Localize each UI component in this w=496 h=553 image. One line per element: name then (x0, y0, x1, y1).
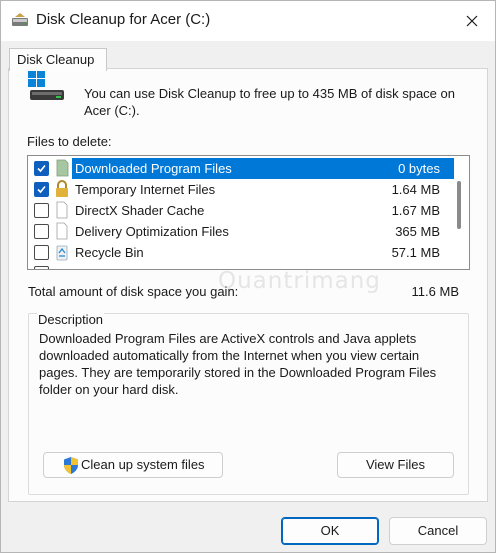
tab-disk-cleanup[interactable]: Disk Cleanup (9, 48, 107, 71)
list-item[interactable]: Temporary Internet Files 1.64 MB (28, 179, 452, 200)
list-item[interactable]: DirectX Shader Cache 1.67 MB (28, 200, 452, 221)
list-item-name: Recycle Bin (75, 245, 144, 260)
cancel-button[interactable]: Cancel (389, 517, 487, 545)
checkbox[interactable] (34, 182, 49, 197)
title-bar: Disk Cleanup for Acer (C:) (1, 1, 495, 41)
list-item-name: Downloaded Program Files (75, 161, 232, 176)
list-item-text: Temporary Internet Files 1.64 MB (72, 179, 468, 200)
file-icon (54, 201, 70, 219)
files-to-delete-list[interactable]: Downloaded Program Files 0 bytes Tempora… (27, 155, 470, 270)
close-button[interactable] (449, 1, 495, 41)
checkbox[interactable] (34, 161, 49, 176)
list-item-name: Delivery Optimization Files (75, 224, 229, 239)
list-item-size: 0 bytes (398, 161, 440, 176)
folder-icon (54, 159, 70, 177)
view-files-button[interactable]: View Files (337, 452, 454, 478)
list-item-text: Downloaded Program Files 0 bytes (72, 158, 468, 179)
list-item-name: DirectX Shader Cache (75, 203, 205, 218)
checkbox[interactable] (34, 245, 49, 260)
intro-text: You can use Disk Cleanup to free up to 4… (84, 86, 455, 118)
list-item[interactable]: Recycle Bin 57.1 MB (28, 242, 452, 263)
scrollbar-thumb[interactable] (457, 181, 461, 229)
list-item[interactable]: Delivery Optimization Files 365 MB (28, 221, 452, 242)
recycle-bin-icon (54, 243, 70, 261)
total-gain-label: Total amount of disk space you gain: (28, 284, 239, 299)
file-icon (54, 222, 70, 240)
window-title: Disk Cleanup for Acer (C:) (36, 11, 211, 28)
list-item-text: Recycle Bin 57.1 MB (72, 242, 468, 263)
watermark: Quantrimang (218, 268, 381, 294)
close-icon (466, 15, 478, 27)
checkbox[interactable] (34, 266, 49, 269)
list-item-name: Temporary Internet Files (75, 182, 216, 197)
files-to-delete-label: Files to delete: (27, 134, 112, 149)
list-item-size: 1.64 MB (391, 182, 440, 197)
description-title: Description (37, 312, 105, 327)
checkbox[interactable] (34, 224, 49, 239)
disk-cleanup-app-icon (11, 12, 29, 28)
clean-up-system-files-button[interactable]: Clean up system files (43, 452, 223, 478)
list-item-size: 365 MB (395, 224, 440, 239)
list-item-size: 1.67 MB (391, 203, 440, 218)
lock-icon (54, 180, 70, 198)
shield-icon (62, 456, 80, 475)
drive-icon (28, 70, 72, 104)
list-item-size: 57.1 MB (391, 245, 440, 260)
checkbox[interactable] (34, 203, 49, 218)
total-gain-value: 11.6 MB (411, 284, 459, 299)
list-item-text: Delivery Optimization Files 365 MB (72, 221, 468, 242)
list-scrollbar[interactable] (454, 156, 469, 269)
ok-button[interactable]: OK (281, 517, 379, 545)
description-text: Downloaded Program Files are ActiveX con… (39, 331, 437, 397)
list-item[interactable]: Downloaded Program Files 0 bytes (28, 158, 468, 179)
clean-up-label: Clean up system files (81, 457, 205, 472)
list-item-text: DirectX Shader Cache 1.67 MB (72, 200, 468, 221)
